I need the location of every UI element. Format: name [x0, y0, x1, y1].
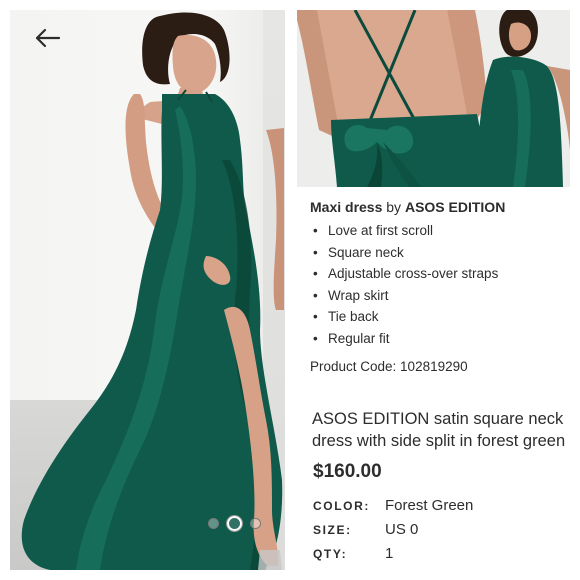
gallery-dot-2-active[interactable] — [227, 516, 242, 531]
product-description: Maxi dress by ASOS EDITION Love at first… — [310, 198, 575, 374]
product-title: ASOS EDITION satin square neck dress wit… — [312, 408, 580, 452]
quantity-label: QTY: — [313, 547, 348, 561]
feature-item: Love at first scroll — [310, 220, 575, 242]
quantity-value: 1 — [385, 545, 394, 562]
feature-item: Regular fit — [310, 328, 575, 350]
size-value: US 0 — [385, 521, 419, 538]
brand-name[interactable]: ASOS EDITION — [405, 199, 505, 215]
product-price: $160.00 — [313, 461, 382, 482]
color-row: COLOR: Forest Green — [313, 497, 473, 521]
description-title: Maxi dress by ASOS EDITION — [310, 198, 575, 216]
back-button[interactable] — [34, 28, 62, 48]
feature-item: Square neck — [310, 242, 575, 264]
feature-item: Wrap skirt — [310, 285, 575, 307]
quantity-row: QTY: 1 — [313, 545, 473, 569]
model-in-dress-image — [21, 12, 284, 570]
product-title-line-2: dress with side split in forest green — [312, 432, 566, 450]
dress-back-view-image — [297, 10, 570, 187]
color-label: COLOR: — [313, 499, 370, 513]
product-code: Product Code: 102819290 — [310, 359, 468, 374]
color-value: Forest Green — [385, 497, 474, 514]
feature-item: Adjustable cross-over straps — [310, 263, 575, 285]
size-row: SIZE: US 0 — [313, 521, 473, 545]
product-title-line-1: ASOS EDITION satin square neck — [312, 410, 564, 428]
gallery-pagination — [208, 516, 261, 531]
arrow-left-icon — [35, 28, 61, 48]
gallery-dot-1[interactable] — [208, 518, 219, 529]
product-attributes: COLOR: Forest Green SIZE: US 0 QTY: 1 — [313, 497, 473, 569]
by-label: by — [386, 199, 402, 215]
gallery-dot-3[interactable] — [250, 518, 261, 529]
feature-list: Love at first scroll Square neck Adjusta… — [310, 220, 575, 349]
detail-back-photo[interactable] — [297, 10, 570, 187]
feature-item: Tie back — [310, 306, 575, 328]
product-screen: Maxi dress by ASOS EDITION Love at first… — [0, 0, 580, 580]
size-label: SIZE: — [313, 523, 352, 537]
dress-type-label: Maxi dress — [310, 199, 383, 215]
main-product-photo[interactable] — [10, 10, 285, 570]
